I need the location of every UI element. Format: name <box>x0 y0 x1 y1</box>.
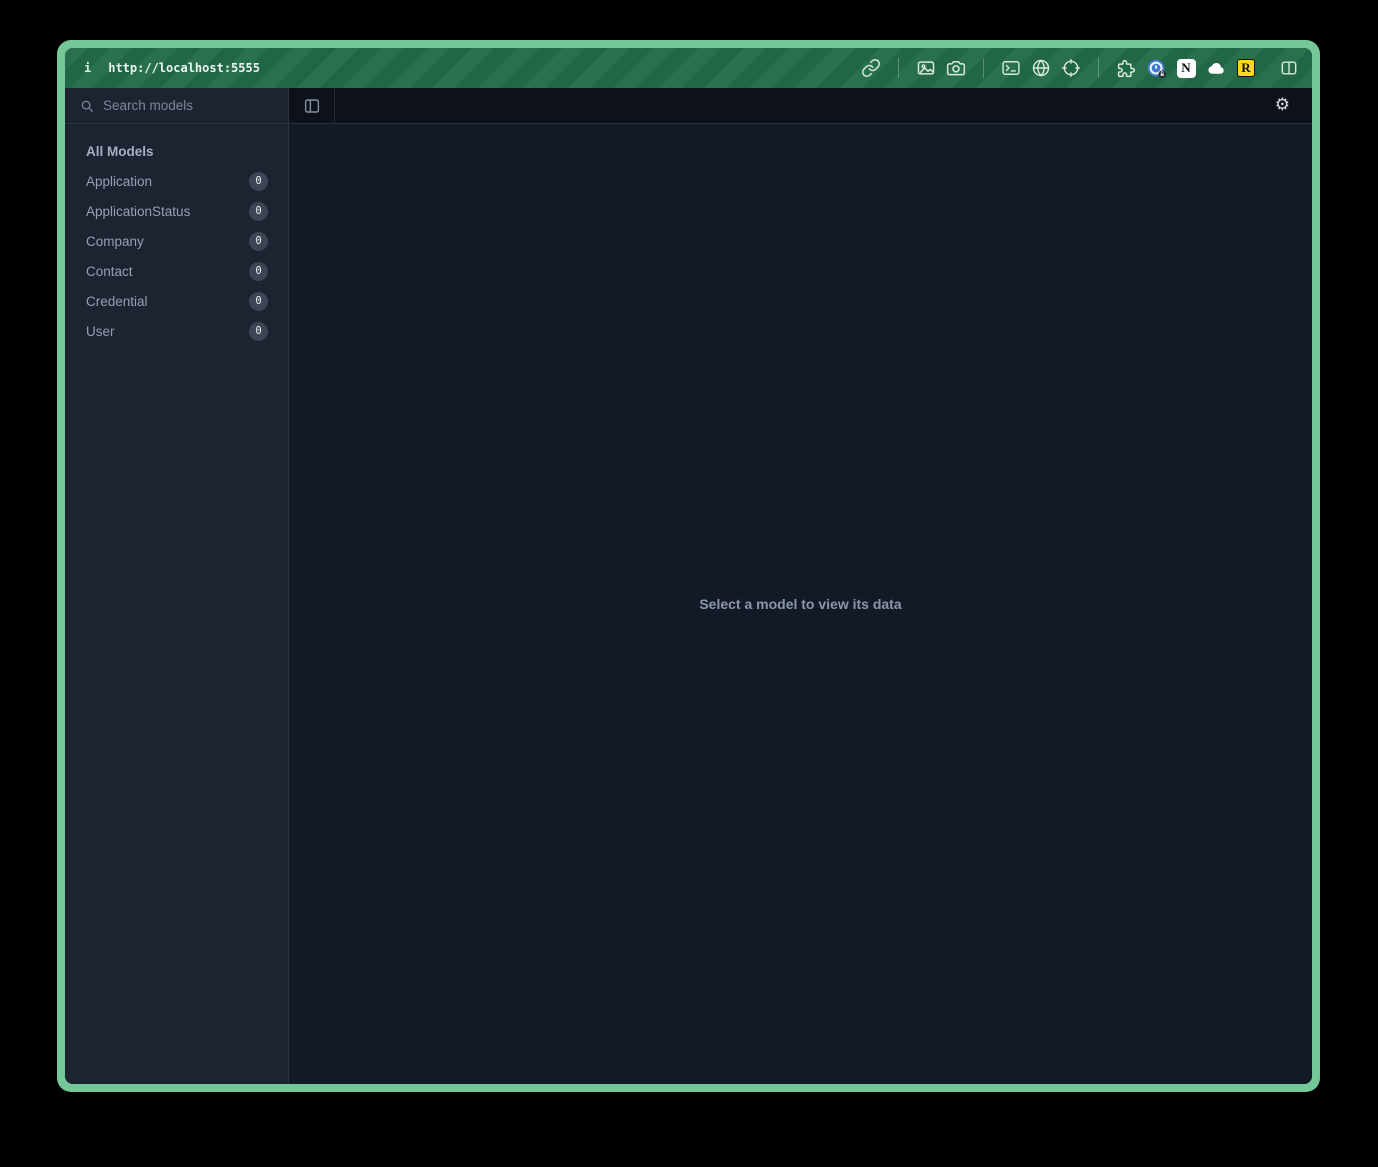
sidebar-item-applicationstatus[interactable]: ApplicationStatus 0 <box>65 196 288 226</box>
count-badge: 0 <box>249 202 268 221</box>
browser-window: i http://localhost:5555 <box>65 48 1312 1084</box>
model-name: Contact <box>86 264 133 279</box>
count-badge: 0 <box>249 172 268 191</box>
main-panel: ⚙ Select a model to view its data <box>289 88 1312 1084</box>
notion-icon[interactable]: N <box>1175 57 1197 79</box>
empty-state-message: Select a model to view its data <box>699 596 901 612</box>
photo-icon[interactable] <box>915 57 937 79</box>
model-list: All Models Application 0 ApplicationStat… <box>65 124 288 346</box>
titlebar: i http://localhost:5555 <box>65 48 1312 88</box>
r-extension-icon[interactable]: R <box>1235 57 1257 79</box>
toolbar-divider <box>983 58 984 78</box>
panel-left-icon <box>303 97 321 115</box>
titlebar-left: i http://localhost:5555 <box>84 61 260 75</box>
toolbar-divider <box>1098 58 1099 78</box>
camera-icon[interactable] <box>945 57 967 79</box>
sidebar-item-user[interactable]: User 0 <box>65 316 288 346</box>
gear-icon[interactable]: ⚙ <box>1275 97 1290 114</box>
model-name: Company <box>86 234 144 249</box>
search-icon <box>80 99 94 113</box>
split-view-icon[interactable] <box>1278 57 1300 79</box>
sidebar-item-credential[interactable]: Credential 0 <box>65 286 288 316</box>
main-content: Select a model to view its data <box>289 124 1312 1084</box>
model-list-heading: All Models <box>65 138 288 166</box>
count-badge: 0 <box>249 262 268 281</box>
onepassword-icon[interactable] <box>1145 57 1167 79</box>
sidebar-item-contact[interactable]: Contact 0 <box>65 256 288 286</box>
sidebar-toggle-button[interactable] <box>289 88 335 123</box>
count-badge: 0 <box>249 322 268 341</box>
sidebar-item-company[interactable]: Company 0 <box>65 226 288 256</box>
link-icon[interactable] <box>860 57 882 79</box>
sidebar: All Models Application 0 ApplicationStat… <box>65 88 289 1084</box>
search-input[interactable] <box>103 98 280 113</box>
app-body: All Models Application 0 ApplicationStat… <box>65 88 1312 1084</box>
terminal-icon[interactable] <box>1000 57 1022 79</box>
screenshot-frame: i http://localhost:5555 <box>57 40 1320 1092</box>
model-name: Credential <box>86 294 148 309</box>
info-icon: i <box>84 61 91 75</box>
model-name: Application <box>86 174 152 189</box>
count-badge: 0 <box>249 232 268 251</box>
count-badge: 0 <box>249 292 268 311</box>
toolbar-divider <box>1267 58 1268 78</box>
search-bar <box>65 88 288 124</box>
main-header: ⚙ <box>289 88 1312 124</box>
url-label: http://localhost:5555 <box>108 61 260 75</box>
cloud-icon[interactable] <box>1205 57 1227 79</box>
globe-icon[interactable] <box>1030 57 1052 79</box>
titlebar-toolbar: N R <box>860 57 1300 79</box>
puzzle-extensions-icon[interactable] <box>1115 57 1137 79</box>
crosshair-icon[interactable] <box>1060 57 1082 79</box>
sidebar-item-application[interactable]: Application 0 <box>65 166 288 196</box>
model-name: ApplicationStatus <box>86 204 190 219</box>
model-name: User <box>86 324 115 339</box>
toolbar-divider <box>898 58 899 78</box>
